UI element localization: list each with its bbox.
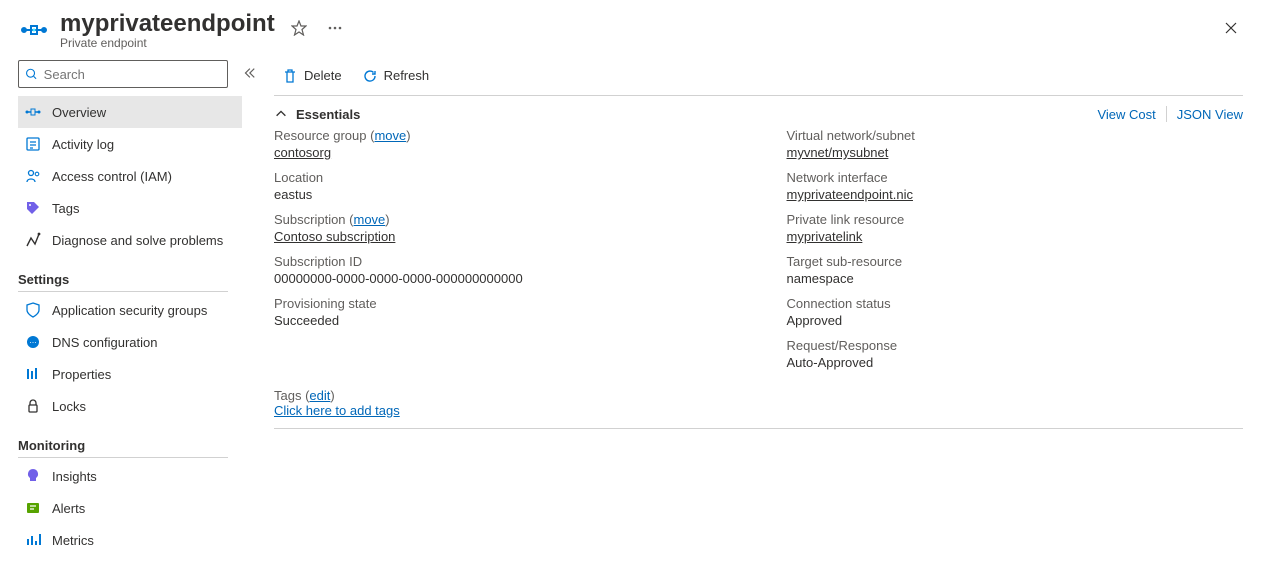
tags-edit-link[interactable]: edit [309,388,330,403]
lock-icon [24,397,42,415]
essentials-toggle[interactable] [274,107,288,121]
nic-value[interactable]: myprivateendpoint.nic [787,187,1244,202]
subscription-id-label: Subscription ID [274,254,731,269]
provisioning-value: Succeeded [274,313,731,328]
sidebar-item-label: Activity log [52,137,114,152]
subscription-id-value: 00000000-0000-0000-0000-000000000000 [274,271,731,286]
nic-label: Network interface [787,170,1244,185]
page-subtitle: Private endpoint [60,36,283,50]
sidebar-item-locks[interactable]: Locks [18,390,242,422]
sidebar-item-overview[interactable]: Overview [18,96,242,128]
plr-label: Private link resource [787,212,1244,227]
conn-value: Approved [787,313,1244,328]
dns-icon: ⋯ [24,333,42,351]
sidebar-item-label: Overview [52,105,106,120]
sidebar-item-label: Access control (IAM) [52,169,172,184]
svg-text:⋯: ⋯ [30,340,37,347]
sidebar-item-app-security-groups[interactable]: Application security groups [18,294,242,326]
refresh-button[interactable]: Refresh [354,62,438,90]
insights-icon [24,467,42,485]
tags-icon [24,199,42,217]
subscription-label: Subscription (move) [274,212,731,227]
private-endpoint-icon [18,14,50,46]
provisioning-label: Provisioning state [274,296,731,311]
sidebar-item-label: Properties [52,367,111,382]
sidebar-item-alerts[interactable]: Alerts [18,492,242,524]
chevron-up-icon [274,107,288,121]
metrics-icon [24,531,42,549]
resource-group-move-link[interactable]: move [374,128,406,143]
search-input-wrapper[interactable] [18,60,228,88]
json-view-link[interactable]: JSON View [1177,107,1243,122]
refresh-label: Refresh [384,68,430,83]
sidebar-item-label: Metrics [52,533,94,548]
location-label: Location [274,170,731,185]
resource-group-label: Resource group (move) [274,128,731,143]
delete-label: Delete [304,68,342,83]
vnet-label: Virtual network/subnet [787,128,1244,143]
sidebar-item-label: Insights [52,469,97,484]
sidebar-item-activity-log[interactable]: Activity log [18,128,242,160]
properties-icon [24,365,42,383]
sidebar-item-label: DNS configuration [52,335,158,350]
activity-log-icon [24,135,42,153]
subscription-value[interactable]: Contoso subscription [274,229,731,244]
sidebar-section-monitoring: Monitoring [18,438,242,453]
sidebar-item-dns-configuration[interactable]: ⋯ DNS configuration [18,326,242,358]
resource-group-value[interactable]: contosorg [274,145,731,160]
sidebar-item-metrics[interactable]: Metrics [18,524,242,556]
delete-button[interactable]: Delete [274,62,350,90]
refresh-icon [362,68,378,84]
target-value: namespace [787,271,1244,286]
req-label: Request/Response [787,338,1244,353]
sidebar-item-access-control[interactable]: Access control (IAM) [18,160,242,192]
plr-value[interactable]: myprivatelink [787,229,1244,244]
conn-label: Connection status [787,296,1244,311]
location-value: eastus [274,187,731,202]
page-title: myprivateendpoint [60,10,275,38]
sidebar-section-settings: Settings [18,272,242,287]
more-button[interactable] [323,16,347,40]
req-value: Auto-Approved [787,355,1244,370]
sidebar-item-properties[interactable]: Properties [18,358,242,390]
subscription-move-link[interactable]: move [354,212,386,227]
sidebar-item-tags[interactable]: Tags [18,192,242,224]
essentials-header: Essentials [296,107,360,122]
tags-label: Tags (edit) [274,388,335,403]
sidebar-item-label: Application security groups [52,303,207,318]
vnet-value[interactable]: myvnet/mysubnet [787,145,1244,160]
sidebar-item-label: Diagnose and solve problems [52,233,223,248]
overview-icon [24,103,42,121]
sidebar-item-label: Alerts [52,501,85,516]
sidebar-item-insights[interactable]: Insights [18,460,242,492]
shield-icon [24,301,42,319]
search-input[interactable] [44,67,221,82]
pin-button[interactable] [287,16,311,40]
collapse-sidebar-button[interactable] [242,66,256,83]
close-button[interactable] [1219,16,1243,40]
sidebar-item-label: Tags [52,201,79,216]
sidebar-item-diagnose[interactable]: Diagnose and solve problems [18,224,242,256]
tags-add-link[interactable]: Click here to add tags [274,403,400,418]
diagnose-icon [24,231,42,249]
access-control-icon [24,167,42,185]
sidebar-item-label: Locks [52,399,86,414]
search-icon [25,67,38,81]
alerts-icon [24,499,42,517]
view-cost-link[interactable]: View Cost [1097,107,1155,122]
target-label: Target sub-resource [787,254,1244,269]
delete-icon [282,68,298,84]
